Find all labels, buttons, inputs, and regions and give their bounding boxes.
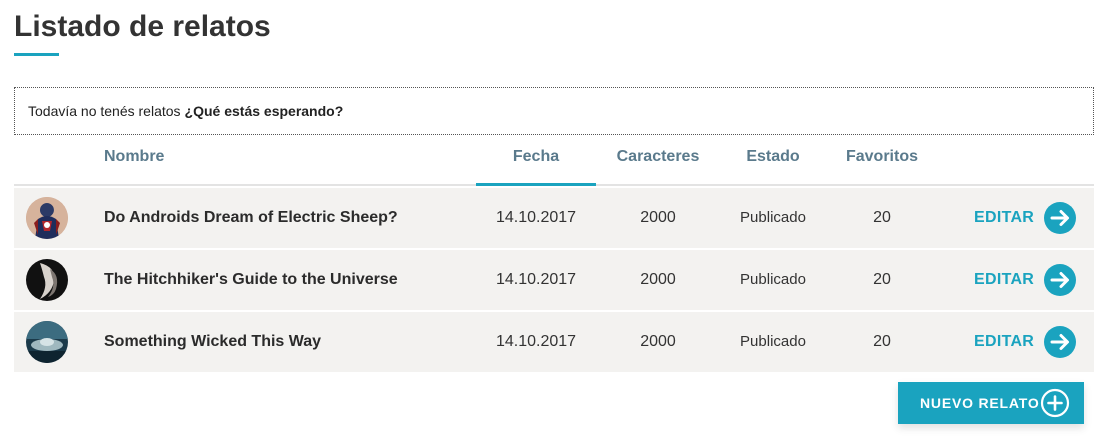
edit-button[interactable]: EDITAR xyxy=(974,264,1077,296)
story-estado: Publicado xyxy=(740,209,806,226)
story-estado: Publicado xyxy=(740,271,806,288)
empty-notice: Todavía no tenés relatos ¿Qué estás espe… xyxy=(14,87,1094,135)
spaceship-avatar-icon xyxy=(26,321,68,363)
edit-label[interactable]: EDITAR xyxy=(974,333,1034,351)
edit-label[interactable]: EDITAR xyxy=(974,271,1034,289)
edit-label[interactable]: EDITAR xyxy=(974,209,1034,227)
edit-button[interactable]: EDITAR xyxy=(974,202,1077,234)
story-fecha: 14.10.2017 xyxy=(495,271,577,288)
table-row: Do Androids Dream of Electric Sheep? 14.… xyxy=(14,188,1094,248)
nuevo-relato-label[interactable]: NUEVO RELATO xyxy=(920,395,1040,411)
edit-button[interactable]: EDITAR xyxy=(974,326,1077,358)
table-header: Nombre Fecha Caracteres Estado Favoritos xyxy=(14,135,1094,186)
title-underline xyxy=(14,53,59,56)
story-name[interactable]: The Hitchhiker's Guide to the Universe xyxy=(104,250,464,310)
dark-figure-avatar-icon xyxy=(26,259,68,301)
story-fecha: 14.10.2017 xyxy=(495,209,577,226)
nuevo-relato-button[interactable]: NUEVO RELATO xyxy=(898,382,1084,424)
arrow-right-icon[interactable] xyxy=(1044,326,1077,358)
table-row: Something Wicked This Way 14.10.2017 200… xyxy=(14,312,1094,372)
story-estado: Publicado xyxy=(740,333,806,350)
story-caracteres: 2000 xyxy=(640,209,676,226)
header-caracteres[interactable]: Caracteres xyxy=(598,135,718,184)
notice-text: Todavía no tenés relatos xyxy=(28,103,181,119)
header-fecha[interactable]: Fecha xyxy=(476,135,596,186)
header-nombre[interactable]: Nombre xyxy=(104,135,464,184)
page-title: Listado de relatos xyxy=(14,10,271,43)
header-favoritos[interactable]: Favoritos xyxy=(826,135,938,184)
stories-table: Nombre Fecha Caracteres Estado Favoritos… xyxy=(14,135,1094,372)
superhero-avatar-icon xyxy=(26,197,68,239)
story-fecha: 14.10.2017 xyxy=(495,333,577,350)
arrow-right-icon[interactable] xyxy=(1044,202,1077,234)
header-estado[interactable]: Estado xyxy=(718,135,828,184)
story-name[interactable]: Do Androids Dream of Electric Sheep? xyxy=(104,188,464,248)
story-favoritos: 20 xyxy=(873,209,891,226)
story-caracteres: 2000 xyxy=(640,333,676,350)
story-favoritos: 20 xyxy=(873,271,891,288)
story-favoritos: 20 xyxy=(873,333,891,350)
story-caracteres: 2000 xyxy=(640,271,676,288)
table-row: The Hitchhiker's Guide to the Universe 1… xyxy=(14,250,1094,310)
story-name[interactable]: Something Wicked This Way xyxy=(104,312,464,372)
arrow-right-icon[interactable] xyxy=(1044,264,1077,296)
notice-emphasis: ¿Qué estás esperando? xyxy=(184,103,344,119)
plus-circle-icon[interactable] xyxy=(1040,388,1070,418)
